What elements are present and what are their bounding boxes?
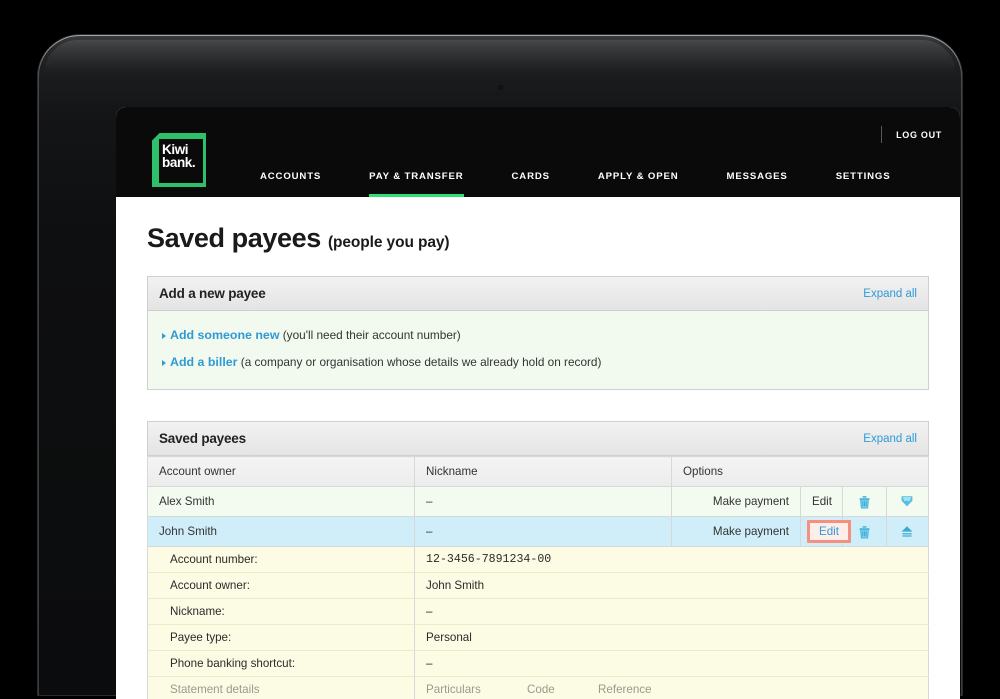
- toggle-details-button[interactable]: [886, 517, 928, 547]
- trash-icon: [858, 495, 871, 509]
- tablet-screen: Kiwi bank. LOG OUT ACCOUNTS PAY & TRANSFE…: [116, 107, 960, 699]
- add-payee-note: (a company or organisation whose details…: [237, 355, 601, 369]
- saved-payees-expand-all-link[interactable]: Expand all: [863, 433, 917, 445]
- add-payee-panel: Add a new payee Expand all Add someone n…: [147, 276, 929, 390]
- logout-area: LOG OUT: [881, 126, 942, 143]
- camera-icon: [498, 85, 503, 90]
- kiwibank-logo[interactable]: Kiwi bank.: [150, 131, 206, 187]
- main-nav-links: ACCOUNTS PAY & TRANSFER CARDS APPLY & OPEN M…: [260, 171, 890, 197]
- nav-item-accounts[interactable]: ACCOUNTS: [260, 171, 321, 197]
- table-header-row: Account owner Nickname Options: [148, 457, 929, 487]
- add-payee-panel-body: Add someone new (you'll need their accou…: [147, 311, 929, 390]
- logout-divider: [881, 126, 882, 143]
- detail-label: Statement details: [148, 677, 415, 699]
- page-title-sub: (people you pay): [328, 234, 450, 251]
- add-payee-note: (you'll need their account number): [279, 328, 460, 342]
- saved-payees-table-body: Alex Smith–Make paymentEditJohn Smith–Ma…: [148, 487, 929, 699]
- add-payee-row: Add a biller (a company or organisation …: [162, 349, 914, 376]
- cell-account-owner: Alex Smith: [148, 487, 415, 517]
- detail-value: Personal: [415, 625, 929, 651]
- detail-value-part: John Smith: [415, 579, 516, 592]
- detail-label: Nickname:: [148, 599, 415, 625]
- detail-label: Payee type:: [148, 625, 415, 651]
- payee-detail-row: Nickname:–: [148, 599, 929, 625]
- logo-text-line2: bank.: [162, 156, 202, 169]
- add-payee-link[interactable]: Add someone new: [170, 328, 279, 342]
- add-payee-row: Add someone new (you'll need their accou…: [162, 322, 914, 349]
- tablet-bezel: Kiwi bank. LOG OUT ACCOUNTS PAY & TRANSFE…: [38, 35, 962, 695]
- nav-item-apply-open[interactable]: APPLY & OPEN: [598, 171, 679, 197]
- nav-item-settings[interactable]: SETTINGS: [836, 171, 891, 197]
- column-header-nickname: Nickname: [415, 457, 672, 487]
- payee-detail-row: Statement detailsParticularsCodeReferenc…: [148, 677, 929, 699]
- detail-label: Account owner:: [148, 573, 415, 599]
- page-content: Saved payees (people you pay) Add a new …: [116, 197, 960, 699]
- caret-right-icon: [162, 360, 166, 366]
- table-row: Alex Smith–Make paymentEdit: [148, 487, 929, 517]
- add-payee-heading: Add a new payee: [159, 286, 266, 301]
- make-payment-link[interactable]: Make payment: [671, 487, 800, 517]
- payee-detail-row: Payee type:Personal: [148, 625, 929, 651]
- payee-detail-row: Account number:12-3456-7891234-00: [148, 547, 929, 573]
- detail-value-part: 12-3456-7891234-00: [415, 553, 551, 566]
- delete-payee-button[interactable]: [843, 487, 886, 517]
- detail-value-part: Personal: [415, 631, 516, 644]
- detail-value: –: [415, 599, 929, 625]
- nav-item-cards[interactable]: CARDS: [512, 171, 550, 197]
- saved-payees-heading: Saved payees: [159, 431, 246, 446]
- saved-payees-panel: Saved payees Expand all Account owner Ni…: [147, 421, 929, 699]
- detail-value: John Smith: [415, 573, 929, 599]
- page-title: Saved payees (people you pay): [116, 197, 960, 254]
- saved-payees-panel-header: Saved payees Expand all: [147, 421, 929, 456]
- top-navigation-bar: Kiwi bank. LOG OUT ACCOUNTS PAY & TRANSFE…: [116, 107, 960, 197]
- nav-item-messages[interactable]: MESSAGES: [727, 171, 788, 197]
- payee-detail-row: Account owner:John Smith: [148, 573, 929, 599]
- nav-item-pay-transfer[interactable]: PAY & TRANSFER: [369, 171, 463, 197]
- expand-down-icon: [900, 495, 914, 508]
- edit-button[interactable]: Edit: [800, 517, 842, 547]
- detail-value-part: Particulars: [415, 683, 516, 696]
- detail-label: Account number:: [148, 547, 415, 573]
- cell-nickname: –: [415, 487, 672, 517]
- logout-button[interactable]: LOG OUT: [896, 130, 942, 140]
- caret-right-icon: [162, 333, 166, 339]
- toggle-details-button[interactable]: [886, 487, 928, 517]
- table-row: John Smith–Make paymentEdit: [148, 517, 929, 547]
- detail-value-part: Code: [516, 683, 587, 696]
- add-payee-panel-header: Add a new payee Expand all: [147, 276, 929, 311]
- detail-value-part: –: [415, 605, 516, 618]
- page-title-main: Saved payees: [147, 223, 321, 253]
- column-header-options: Options: [671, 457, 928, 487]
- logo-text: Kiwi bank.: [162, 143, 202, 169]
- detail-value-part: Reference: [587, 683, 658, 696]
- make-payment-link[interactable]: Make payment: [671, 517, 800, 547]
- saved-payees-table-head: Account owner Nickname Options: [148, 457, 929, 487]
- cell-nickname: –: [415, 517, 672, 547]
- detail-value: ParticularsCodeReference: [415, 677, 929, 699]
- column-header-account-owner: Account owner: [148, 457, 415, 487]
- cell-account-owner: John Smith: [148, 517, 415, 547]
- collapse-up-icon: [900, 525, 914, 538]
- saved-payees-table: Account owner Nickname Options Alex Smit…: [147, 456, 929, 699]
- edit-button-label[interactable]: Edit: [807, 520, 851, 543]
- trash-icon: [858, 525, 871, 539]
- add-payee-link[interactable]: Add a biller: [170, 355, 237, 369]
- detail-value: 12-3456-7891234-00: [415, 547, 929, 573]
- add-payee-expand-all-link[interactable]: Expand all: [863, 288, 917, 300]
- edit-button[interactable]: Edit: [800, 487, 842, 517]
